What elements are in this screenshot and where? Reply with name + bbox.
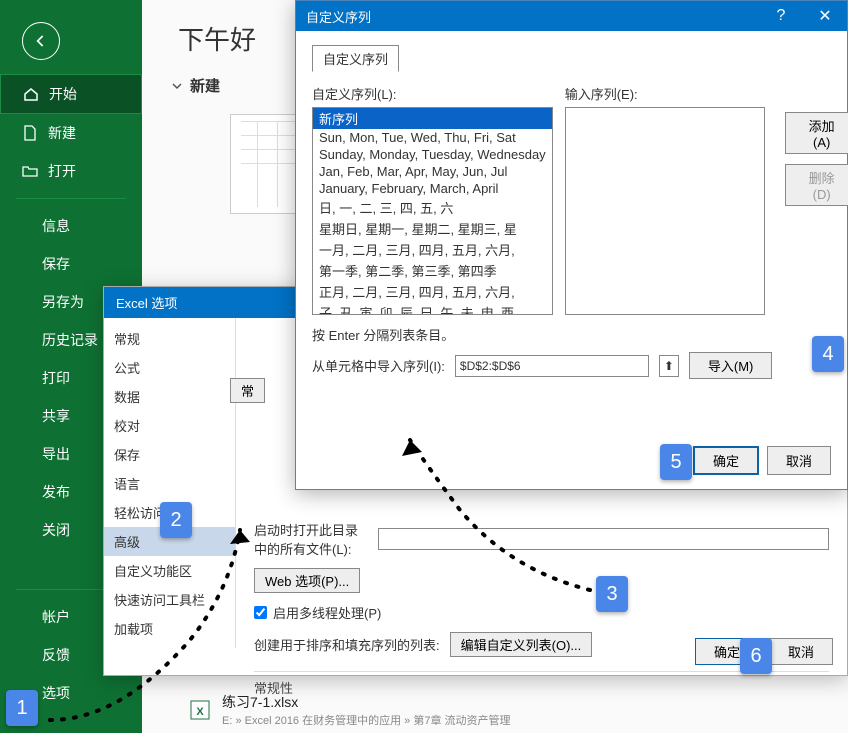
- opt-nav-proofing[interactable]: 校对: [104, 411, 235, 440]
- custom-lists-listbox[interactable]: 新序列 Sun, Mon, Tue, Wed, Thu, Fri, Sat Su…: [312, 107, 553, 315]
- lists-ok-button[interactable]: 确定: [693, 446, 759, 475]
- back-button[interactable]: [22, 22, 60, 60]
- custom-lists-label: 自定义序列(L):: [312, 84, 553, 103]
- options-general-section: 常规性: [254, 671, 829, 697]
- list-item[interactable]: Sunday, Monday, Tuesday, Wednesday: [313, 146, 552, 163]
- lists-title: 自定义序列: [306, 7, 371, 26]
- list-item[interactable]: 一月, 二月, 三月, 四月, 五月, 六月,: [313, 239, 552, 260]
- add-button[interactable]: 添加(A): [785, 112, 848, 154]
- nav-home[interactable]: 开始: [0, 74, 142, 114]
- recent-file-path: E: » Excel 2016 在财务管理中的应用 » 第7章 流动资产管理: [222, 712, 511, 728]
- import-button[interactable]: 导入(M): [689, 352, 773, 379]
- opt-nav-save[interactable]: 保存: [104, 440, 235, 469]
- nav-home-label: 开始: [49, 84, 77, 104]
- tab-strip: 自定义序列: [312, 45, 831, 72]
- close-button[interactable]: ✕: [803, 1, 847, 31]
- nav-open-label: 打开: [48, 161, 76, 181]
- help-button[interactable]: ?: [759, 1, 803, 31]
- opt-nav-language[interactable]: 语言: [104, 469, 235, 498]
- opt-nav-general[interactable]: 常规: [104, 324, 235, 353]
- nav-save[interactable]: 保存: [0, 245, 142, 283]
- list-item[interactable]: January, February, March, April: [313, 180, 552, 197]
- step-badge-4: 4: [812, 336, 844, 372]
- delete-button[interactable]: 删除(D): [785, 164, 848, 206]
- edit-custom-lists-button[interactable]: 编辑自定义列表(O)...: [450, 632, 593, 657]
- nav-separator: [16, 198, 126, 199]
- tab-custom-lists[interactable]: 自定义序列: [312, 45, 399, 72]
- range-picker-button[interactable]: ⬆: [659, 355, 679, 377]
- entries-label: 输入序列(E):: [565, 84, 765, 103]
- list-item[interactable]: 新序列: [313, 108, 552, 129]
- helper-text: 按 Enter 分隔列表条目。: [312, 325, 831, 344]
- step-badge-5: 5: [660, 444, 692, 480]
- step-badge-2: 2: [160, 502, 192, 538]
- chevron-down-icon: [172, 81, 182, 91]
- new-label: 新建: [190, 75, 220, 96]
- nav-info[interactable]: 信息: [0, 207, 142, 245]
- arrow-left-icon: [31, 31, 51, 51]
- opt-nav-formulas[interactable]: 公式: [104, 353, 235, 382]
- arrow-3-to-5: [360, 430, 620, 610]
- list-item[interactable]: 星期日, 星期一, 星期二, 星期三, 星: [313, 218, 552, 239]
- file-new-icon: [22, 125, 38, 141]
- list-item[interactable]: Sun, Mon, Tue, Wed, Thu, Fri, Sat: [313, 129, 552, 146]
- import-label: 从单元格中导入序列(I):: [312, 356, 445, 375]
- nav-new-label: 新建: [48, 123, 76, 143]
- step-badge-3: 3: [596, 576, 628, 612]
- list-item[interactable]: 日, 一, 二, 三, 四, 五, 六: [313, 197, 552, 218]
- recent-file-text: 练习7-1.xlsx E: » Excel 2016 在财务管理中的应用 » 第…: [222, 692, 511, 728]
- folder-open-icon: [22, 163, 38, 179]
- list-item[interactable]: 第一季, 第二季, 第三季, 第四季: [313, 260, 552, 281]
- startup-files-label: 启动时打开此目录中的所有文件(L):: [254, 520, 368, 558]
- home-icon: [23, 86, 39, 102]
- nav-open[interactable]: 打开: [0, 152, 142, 190]
- nav-new[interactable]: 新建: [0, 114, 142, 152]
- import-range-input[interactable]: $D$2:$D$6: [455, 355, 649, 377]
- nav-primary: 开始 新建 打开: [0, 74, 142, 190]
- entries-textarea[interactable]: [565, 107, 765, 315]
- list-item[interactable]: Jan, Feb, Mar, Apr, May, Jun, Jul: [313, 163, 552, 180]
- opt-nav-data[interactable]: 数据: [104, 382, 235, 411]
- lists-titlebar: 自定义序列 ? ✕: [296, 1, 847, 31]
- options-cancel-button[interactable]: 取消: [769, 638, 833, 665]
- list-item[interactable]: 正月, 二月, 三月, 四月, 五月, 六月,: [313, 281, 552, 302]
- list-item[interactable]: 子, 丑, 寅, 卯, 辰, 巳, 午, 未, 申, 酉: [313, 302, 552, 315]
- arrow-1-to-2: [40, 520, 260, 730]
- web-options-button[interactable]: Web 选项(P)...: [254, 568, 360, 593]
- options-common-btn[interactable]: 常: [230, 378, 265, 403]
- createlist-label: 创建用于排序和填充序列的列表:: [254, 635, 440, 654]
- step-badge-6: 6: [740, 638, 772, 674]
- step-badge-1: 1: [6, 690, 38, 726]
- lists-cancel-button[interactable]: 取消: [767, 446, 831, 475]
- custom-lists-dialog: 自定义序列 ? ✕ 自定义序列 自定义序列(L): 新序列 Sun, Mon, …: [295, 0, 848, 490]
